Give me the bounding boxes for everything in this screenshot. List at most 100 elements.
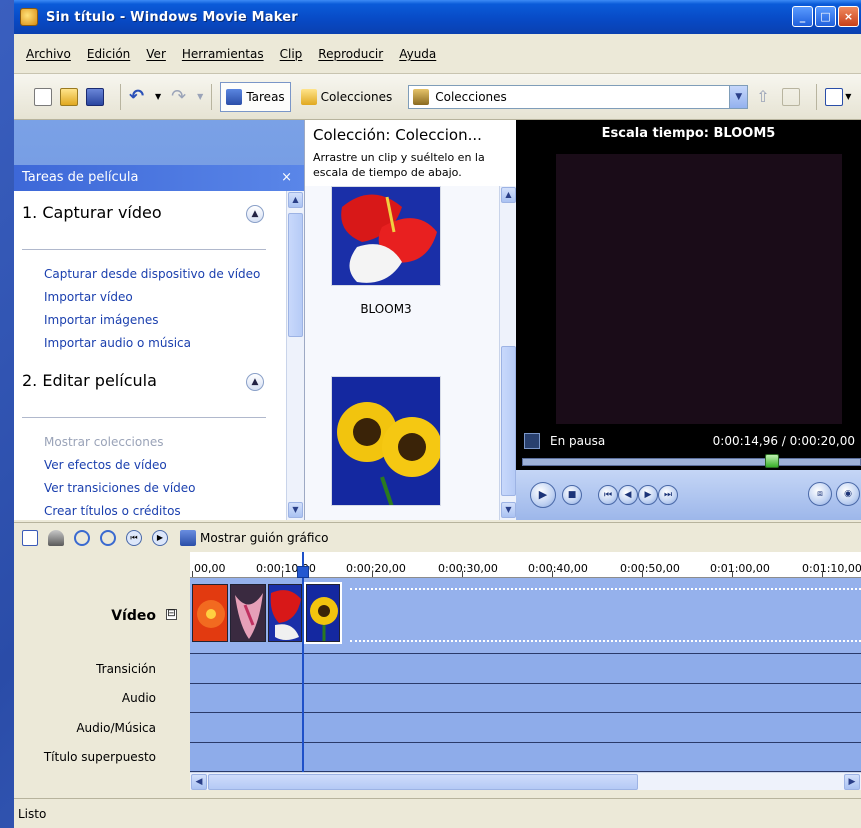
task-link-titles-credits[interactable]: Crear títulos o créditos [44,504,181,518]
menu-ayuda[interactable]: Ayuda [399,47,436,61]
movie-maker-icon [20,8,38,26]
clip-thumbnail[interactable] [331,376,441,506]
show-storyboard-button[interactable]: Mostrar guión gráfico [180,529,328,546]
split-clip-icon[interactable]: ⧈ [808,482,832,506]
track-labels: Vídeo ⊟ Transición Audio Audio/Música Tí… [14,578,190,772]
playhead[interactable] [302,552,304,772]
scroll-left-icon[interactable]: ◀ [191,774,207,790]
timeline-clip[interactable] [230,584,266,642]
anthurium-image [269,585,301,641]
redo-dropdown-icon[interactable]: ▼ [197,92,203,101]
view-grid-icon[interactable] [825,87,844,106]
playhead-handle[interactable] [297,566,309,578]
timeline-clip[interactable] [192,584,228,642]
timeline-ruler[interactable]: 00,00 0:00:10,00 0:00:20,00 0:00:30,00 0… [190,552,861,578]
stop-icon[interactable]: ■ [562,485,582,505]
section-divider [22,249,266,250]
menu-archivo[interactable]: Archivo [26,47,71,61]
maximize-button[interactable]: □ [815,6,836,27]
rewind-icon[interactable]: ◀ [618,485,638,505]
task-link-capture-device[interactable]: Capturar desde dispositivo de vídeo [44,267,260,281]
menu-reproducir[interactable]: Reproducir [318,47,383,61]
scroll-thumb[interactable] [501,346,516,496]
redo-icon[interactable]: ↷ [171,87,189,106]
video-track[interactable] [190,578,861,654]
new-collection-icon[interactable] [782,87,801,106]
set-audio-levels-icon[interactable] [22,529,38,546]
rewind-timeline-icon[interactable]: ⏮ [126,529,142,546]
view-dropdown-icon[interactable]: ▼ [845,92,851,101]
close-button[interactable]: × [838,6,859,27]
window-controls: _ □ × [792,6,859,27]
undo-icon[interactable]: ↶ [129,87,147,106]
up-folder-icon[interactable]: ⇧ [756,87,774,106]
collections-button-label: Colecciones [320,89,393,104]
new-project-icon[interactable] [34,87,52,106]
zoom-in-icon[interactable] [74,529,90,546]
collection-scrollbar[interactable]: ▲ ▼ [499,186,516,520]
music-track[interactable] [190,713,861,743]
ruler-tick [552,571,553,577]
ruler-tick [462,571,463,577]
menu-bar: Archivo Edición Ver Herramientas Clip Re… [14,34,861,74]
task-link-import-images[interactable]: Importar imágenes [44,313,159,327]
collections-button[interactable]: Colecciones [295,82,399,112]
scroll-thumb[interactable] [208,774,638,790]
tasks-header: Tareas de película × [14,165,304,191]
task-link-import-audio[interactable]: Importar audio o música [44,336,191,350]
task-link-video-effects[interactable]: Ver efectos de vídeo [44,458,167,472]
collections-combo[interactable]: Colecciones ▼ [408,84,749,109]
main-toolbar: ↶ ▼ ↷ ▼ Tareas Colecciones Colecciones ▼… [14,74,861,120]
tasks-scrollbar[interactable]: ▲ ▼ [286,191,304,520]
timeline-clip[interactable] [268,584,302,642]
section-edit-title[interactable]: 2. Editar película [22,371,157,390]
save-icon[interactable] [86,87,104,106]
scroll-up-icon[interactable]: ▲ [288,192,303,208]
audio-track[interactable] [190,684,861,713]
timeline-tracks[interactable] [190,578,861,772]
scroll-up-icon[interactable]: ▲ [501,187,516,203]
close-icon[interactable]: × [281,165,292,191]
clip-thumbnail[interactable] [331,186,441,286]
forward-icon[interactable]: ▶ [638,485,658,505]
seek-bar[interactable] [522,458,861,466]
task-link-import-video[interactable]: Importar vídeo [44,290,133,304]
task-link-video-transitions[interactable]: Ver transiciones de vídeo [44,481,196,495]
menu-clip[interactable]: Clip [280,47,303,61]
task-link-show-collections[interactable]: Mostrar colecciones [44,435,163,449]
preview-pane: Escala tiempo: BLOOM5 En pausa 0:00:14,9… [516,120,861,520]
timeline-clip-selected[interactable] [304,582,342,644]
scroll-down-icon[interactable]: ▼ [288,502,303,518]
fullscreen-icon[interactable] [524,433,540,449]
minimize-button[interactable]: _ [792,6,813,27]
section-capture-title[interactable]: 1. Capturar vídeo [22,203,162,222]
chevron-up-icon[interactable]: ▲ [246,205,264,223]
next-frame-icon[interactable]: ⏭ [658,485,678,505]
scroll-thumb[interactable] [288,213,303,337]
transition-track[interactable] [190,654,861,684]
undo-dropdown-icon[interactable]: ▼ [155,92,161,101]
ruler-tick [372,571,373,577]
menu-edicion[interactable]: Edición [87,47,130,61]
narrate-microphone-icon[interactable] [48,529,64,546]
ruler-label: 0:00:30,00 [438,562,498,575]
previous-frame-icon[interactable]: ⏮ [598,485,618,505]
scroll-right-icon[interactable]: ▶ [844,774,860,790]
collection-hint: Arrastre un clip y suéltelo en la escala… [313,151,485,179]
timeline-scrollbar[interactable]: ◀ ▶ [190,772,861,790]
menu-ver[interactable]: Ver [146,47,166,61]
open-folder-icon[interactable] [60,87,78,106]
zoom-out-icon[interactable] [100,529,116,546]
seek-handle[interactable] [765,454,780,468]
collapse-icon[interactable]: ⊟ [166,609,177,620]
play-icon[interactable]: ▶ [530,482,556,508]
tasks-button[interactable]: Tareas [220,81,291,112]
menu-herramientas[interactable]: Herramientas [182,47,264,61]
ruler-label: 0:01:10,00 [802,562,861,575]
scroll-down-icon[interactable]: ▼ [501,502,516,518]
play-timeline-icon[interactable]: ▶ [152,529,168,546]
title-overlay-track[interactable] [190,743,861,772]
chevron-up-icon[interactable]: ▲ [246,373,264,391]
chevron-down-icon[interactable]: ▼ [729,85,748,108]
snapshot-camera-icon[interactable]: ◉ [836,482,860,506]
